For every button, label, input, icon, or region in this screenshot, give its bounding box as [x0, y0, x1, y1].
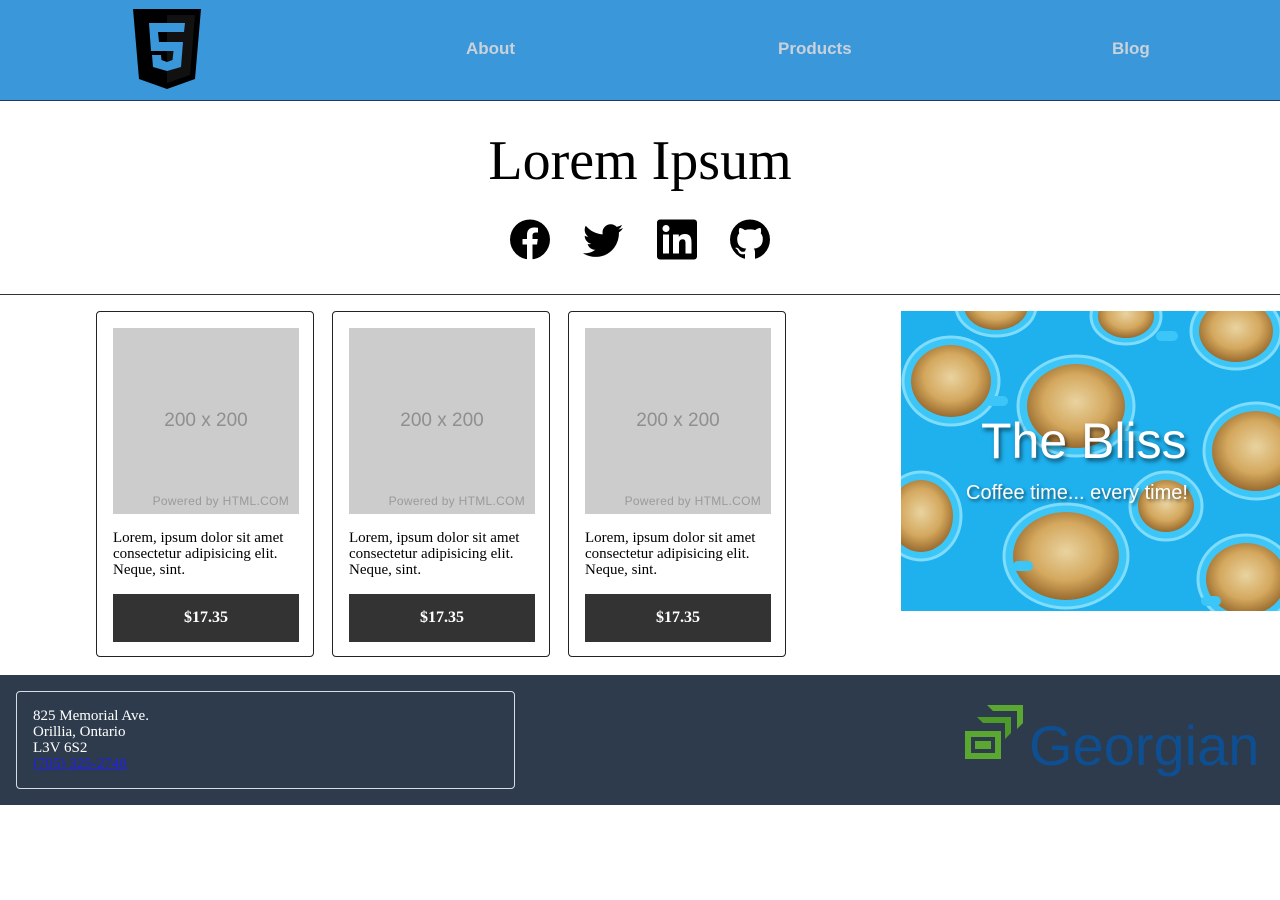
image-credit: Powered by HTML.COM	[152, 494, 289, 508]
address-city: Orillia, Ontario	[33, 724, 126, 740]
product-card: 200 x 200 Powered by HTML.COM Lorem, ips…	[332, 311, 550, 657]
html5-logo-icon[interactable]	[133, 9, 201, 89]
nav-products-link[interactable]: Products	[778, 38, 852, 60]
facebook-icon	[510, 219, 550, 260]
product-description: Lorem, ipsum dolor sit amet consectetur …	[113, 530, 284, 578]
georgian-logo-text: Georgian	[1029, 714, 1259, 777]
banner-subtitle: Coffee time... every time!	[966, 482, 1188, 504]
twitter-icon	[583, 224, 623, 257]
banner-title: The Bliss	[981, 413, 1187, 469]
site-header: About Products Blog	[0, 0, 1280, 101]
site-footer: 825 Memorial Ave. Orillia, Ontario L3V 6…	[0, 675, 1280, 805]
section-divider	[0, 294, 1280, 295]
product-image-placeholder: 200 x 200 Powered by HTML.COM	[113, 328, 299, 514]
github-icon	[730, 219, 770, 260]
linkedin-icon	[657, 219, 697, 260]
georgian-logo[interactable]: Georgian	[965, 703, 1265, 779]
image-size-label: 200 x 200	[400, 410, 484, 431]
product-description: Lorem, ipsum dolor sit amet consectetur …	[585, 530, 756, 578]
address-postal-code: L3V 6S2	[33, 740, 88, 756]
price-button[interactable]: $17.35	[585, 594, 771, 642]
image-size-label: 200 x 200	[636, 410, 720, 431]
product-card: 200 x 200 Powered by HTML.COM Lorem, ips…	[96, 311, 314, 657]
address-street: 825 Memorial Ave.	[33, 708, 149, 724]
github-link[interactable]	[730, 219, 770, 260]
price-button[interactable]: $17.35	[113, 594, 299, 642]
coffee-banner: The Bliss Coffee time... every time!	[901, 311, 1280, 611]
price-button[interactable]: $17.35	[349, 594, 535, 642]
nav-about-link[interactable]: About	[466, 38, 515, 60]
product-image-placeholder: 200 x 200 Powered by HTML.COM	[349, 328, 535, 514]
phone-link[interactable]: (705) 325-2740	[33, 756, 127, 772]
georgian-leaf-icon	[965, 705, 1023, 759]
twitter-link[interactable]	[583, 219, 623, 260]
facebook-link[interactable]	[510, 219, 550, 260]
image-credit: Powered by HTML.COM	[388, 494, 525, 508]
image-size-label: 200 x 200	[164, 410, 248, 431]
linkedin-link[interactable]	[657, 219, 697, 260]
product-image-placeholder: 200 x 200 Powered by HTML.COM	[585, 328, 771, 514]
address-box: 825 Memorial Ave. Orillia, Ontario L3V 6…	[16, 691, 515, 789]
product-description: Lorem, ipsum dolor sit amet consectetur …	[349, 530, 520, 578]
image-credit: Powered by HTML.COM	[624, 494, 761, 508]
nav-blog-link[interactable]: Blog	[1112, 38, 1150, 60]
page-title: Lorem Ipsum	[488, 130, 792, 192]
product-card: 200 x 200 Powered by HTML.COM Lorem, ips…	[568, 311, 786, 657]
